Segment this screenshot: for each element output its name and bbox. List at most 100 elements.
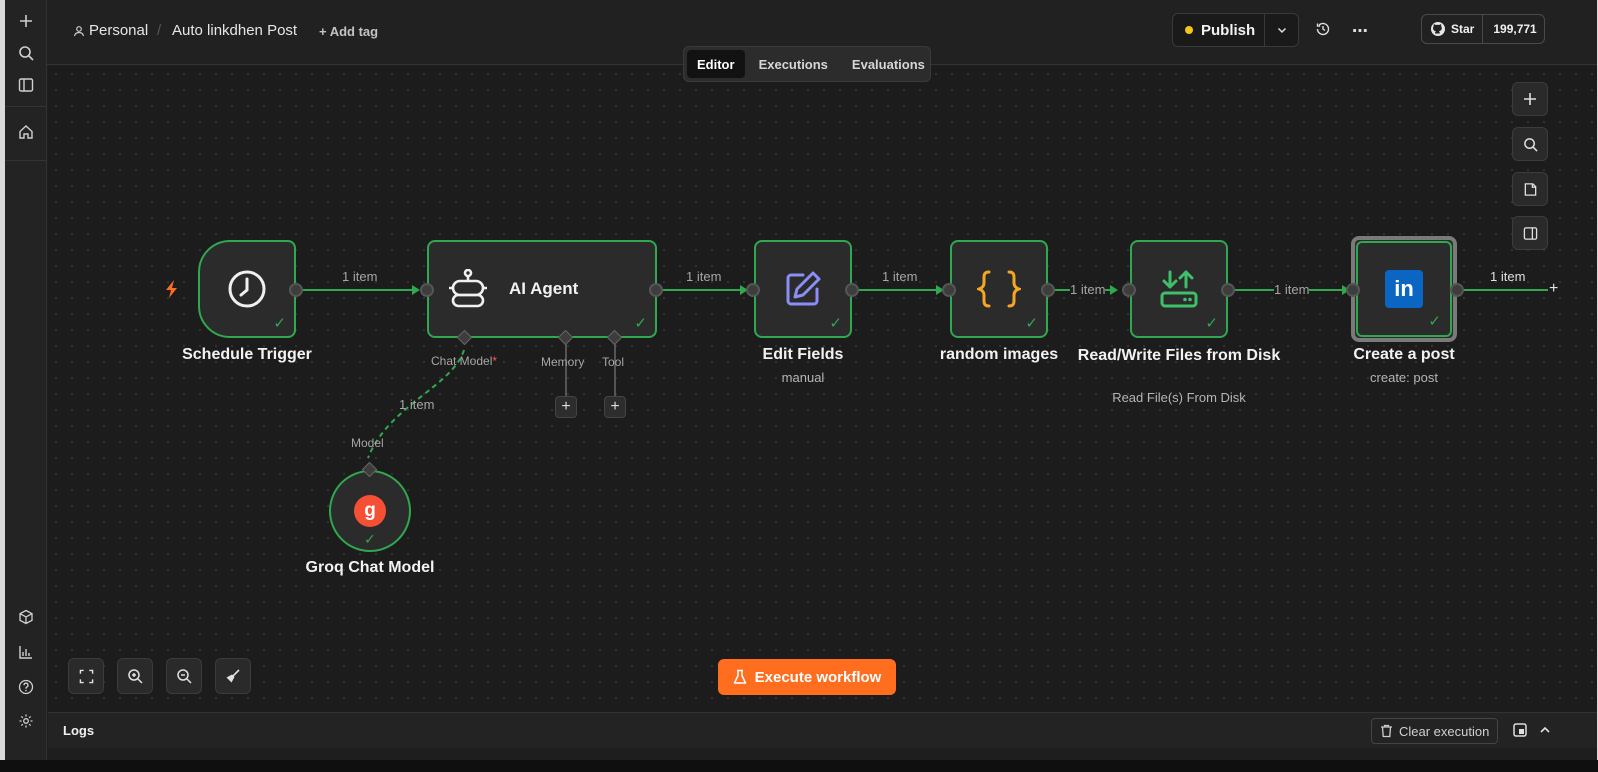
publish-button-group: Publish (1172, 13, 1299, 47)
logs-panel[interactable]: Logs Clear execution (48, 712, 1597, 748)
success-check-icon: ✓ (273, 315, 286, 332)
success-check-icon: ✓ (829, 315, 842, 332)
output-port[interactable] (1221, 283, 1235, 297)
zoom-in-button[interactable] (117, 658, 153, 694)
chevron-up-icon[interactable] (1538, 723, 1552, 742)
robot-icon (449, 269, 487, 308)
edge-item-count: 1 item (882, 269, 918, 284)
execute-workflow-label: Execute workflow (754, 668, 882, 686)
input-port[interactable] (1122, 283, 1136, 297)
chat-model-port-label: Chat Model* (431, 354, 498, 368)
toggle-panel-button[interactable] (1512, 216, 1548, 250)
linkedin-icon: in (1385, 270, 1423, 308)
sidebar-divider (5, 160, 47, 161)
user-icon (73, 24, 85, 41)
node-title: Schedule Trigger (182, 346, 312, 363)
output-port[interactable] (649, 283, 663, 297)
sidebar-divider (5, 106, 47, 107)
add-next-node-button[interactable]: + (1549, 280, 1558, 298)
output-port[interactable] (1450, 283, 1464, 297)
node-title: Groq Chat Model (305, 559, 435, 576)
connections-layer (298, 285, 1548, 459)
workflow-name[interactable]: Auto linkdhen Post (172, 22, 297, 39)
edge-item-count: 1 item (1070, 282, 1106, 297)
file-transfer-icon (1160, 270, 1198, 308)
node-title: random images (939, 346, 1059, 363)
success-check-icon: ✓ (364, 531, 376, 547)
clear-execution-button[interactable]: Clear execution (1371, 718, 1499, 744)
unpublished-dot-icon (1185, 26, 1193, 34)
node-title: Read/Write Files from Disk (1077, 347, 1281, 364)
help-icon[interactable] (11, 672, 41, 702)
publish-button[interactable]: Publish (1173, 14, 1265, 46)
node-title: Create a post (1353, 346, 1455, 363)
github-star-count: 199,771 (1493, 22, 1537, 36)
input-port[interactable] (942, 283, 956, 297)
tab-editor[interactable]: Editor (687, 50, 745, 78)
node-subtitle: manual (781, 370, 825, 385)
tidy-up-button[interactable] (215, 658, 251, 694)
panel-icon[interactable] (11, 70, 41, 100)
zoom-in-icon (128, 669, 143, 684)
input-port[interactable] (746, 283, 760, 297)
view-tabs: Editor Executions Evaluations (683, 46, 931, 82)
popout-icon[interactable] (1513, 723, 1527, 742)
tab-executions[interactable]: Executions (749, 50, 838, 78)
add-node-button[interactable] (1512, 82, 1548, 116)
node-read-write-files[interactable]: ✓ (1130, 240, 1228, 338)
edge-item-count: 1 item (342, 269, 378, 284)
chevron-down-icon[interactable] (1265, 24, 1298, 36)
add-tool-button[interactable]: + (604, 396, 626, 418)
pencil-icon (786, 271, 821, 306)
logs-title: Logs (63, 723, 95, 738)
edge-item-count: 1 item (1490, 269, 1526, 284)
broom-icon (226, 669, 240, 683)
success-check-icon: ✓ (1205, 315, 1218, 332)
panel-icon (1523, 226, 1537, 240)
node-create-post[interactable]: in ✓ (1351, 236, 1457, 342)
output-port[interactable] (289, 283, 303, 297)
output-port[interactable] (1041, 283, 1055, 297)
bolt-icon (164, 279, 180, 304)
clock-icon (228, 270, 266, 308)
note-icon (1524, 182, 1536, 196)
input-port[interactable] (1346, 283, 1360, 297)
add-memory-button[interactable]: + (555, 396, 577, 418)
tool-port-label: Tool (602, 355, 625, 369)
sticky-note-button[interactable] (1512, 172, 1548, 206)
edge-item-count: 1 item (1274, 282, 1310, 297)
success-check-icon: ✓ (1025, 315, 1038, 332)
groq-icon: g (354, 495, 386, 527)
tab-evaluations[interactable]: Evaluations (842, 50, 935, 78)
templates-icon[interactable] (11, 602, 41, 632)
execute-workflow-button[interactable]: Execute workflow (718, 659, 896, 695)
success-check-icon: ✓ (1428, 313, 1441, 330)
search-icon[interactable] (11, 38, 41, 68)
input-port[interactable] (420, 283, 434, 297)
node-schedule-trigger[interactable]: ✓ (198, 240, 296, 338)
node-random-images[interactable]: ✓ (950, 240, 1048, 338)
settings-icon[interactable] (11, 706, 41, 736)
project-link[interactable]: Personal (89, 22, 148, 39)
fit-view-button[interactable] (68, 658, 104, 694)
github-icon (1431, 22, 1445, 36)
edge-item-count: 1 item (399, 397, 435, 412)
node-edit-fields[interactable]: ✓ (754, 240, 852, 338)
node-groq-chat-model[interactable]: g ✓ (329, 470, 411, 552)
history-icon[interactable] (1315, 21, 1331, 42)
clear-execution-label: Clear execution (1399, 723, 1490, 739)
insights-icon[interactable] (11, 637, 41, 667)
output-port[interactable] (845, 283, 859, 297)
node-ai-agent[interactable]: AI Agent ✓ (427, 240, 657, 338)
workflow-canvas[interactable]: ✓ Schedule Trigger AI Agent ✓ Chat Model… (48, 66, 1597, 712)
more-options-icon[interactable]: ⋯ (1352, 21, 1369, 41)
zoom-out-icon (177, 669, 192, 684)
home-icon[interactable] (11, 117, 41, 147)
left-sidebar (5, 0, 47, 760)
plus-icon[interactable] (11, 6, 41, 36)
github-star-button[interactable]: Star 199,771 (1421, 14, 1545, 44)
zoom-out-button[interactable] (166, 658, 202, 694)
add-tag-button[interactable]: + Add tag (319, 24, 378, 39)
success-check-icon: ✓ (634, 315, 647, 332)
search-nodes-button[interactable] (1512, 127, 1548, 161)
